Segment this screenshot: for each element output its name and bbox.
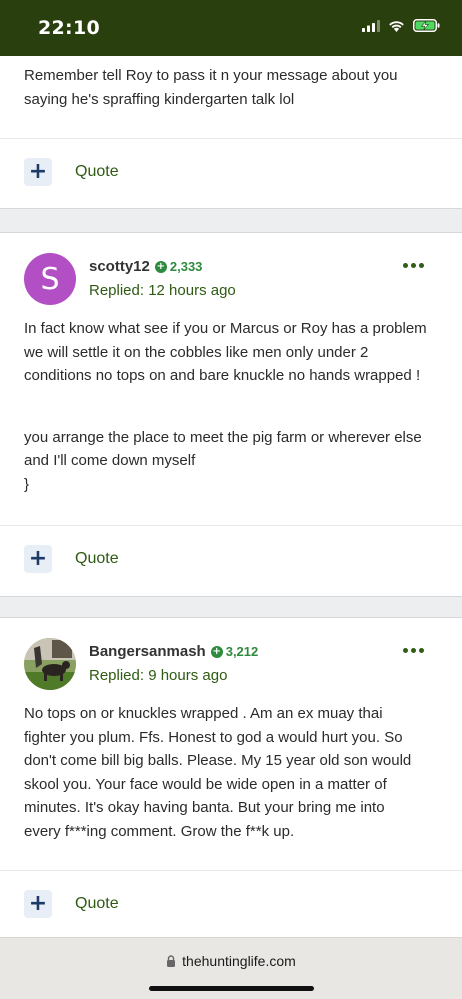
comment-feed[interactable]: Remember tell Roy to pass it n your mess… <box>0 56 462 937</box>
quote-label[interactable]: Quote <box>75 163 119 181</box>
avatar[interactable]: S <box>24 253 76 305</box>
url-text[interactable]: thehuntinglife.com <box>182 953 296 969</box>
comment-body: In fact know what see if you or Marcus o… <box>24 317 432 496</box>
battery-charging-icon <box>413 19 440 32</box>
lock-icon <box>167 955 176 967</box>
status-icons <box>362 19 440 32</box>
author-name[interactable]: Bangersanmash <box>89 643 206 660</box>
comment-card: Bangersanmash + 3,212 Replied: 9 hours a… <box>0 617 462 937</box>
avatar-letter: S <box>40 261 60 297</box>
status-bar: 22:10 <box>0 0 462 56</box>
plus-icon[interactable]: + <box>24 545 52 573</box>
author-name[interactable]: scotty12 <box>89 258 150 275</box>
quote-label[interactable]: Quote <box>75 895 119 913</box>
author-row: Bangersanmash + 3,212 <box>89 643 258 660</box>
reputation-plus-icon: + <box>154 260 167 273</box>
status-time: 22:10 <box>38 17 100 39</box>
address-bar[interactable]: thehuntinglife.com <box>0 953 462 969</box>
comment-body: Remember tell Roy to pass it n your mess… <box>24 64 432 111</box>
avatar-photo <box>24 638 76 690</box>
comment-paragraph: No tops on or knuckles wrapped . Am an e… <box>24 705 412 840</box>
browser-bottom-bar: thehuntinglife.com <box>0 937 462 999</box>
avatar[interactable] <box>24 638 76 690</box>
author-row: scotty12 + 2,333 <box>89 258 202 275</box>
comment-card: Remember tell Roy to pass it n your mess… <box>0 56 462 209</box>
reputation-plus-icon: + <box>210 645 223 658</box>
reputation-badge: + 2,333 <box>154 259 203 274</box>
comment-paragraph: In fact know what see if you or Marcus o… <box>24 320 427 384</box>
quote-button[interactable]: + Quote <box>24 158 119 186</box>
divider <box>0 870 462 871</box>
divider <box>0 138 462 139</box>
plus-icon[interactable]: + <box>24 158 52 186</box>
comment-paragraph: Remember tell Roy to pass it n your mess… <box>24 67 398 108</box>
comment-body: No tops on or knuckles wrapped . Am an e… <box>24 702 422 843</box>
reputation-badge: + 3,212 <box>210 644 259 659</box>
reputation-count: 3,212 <box>225 644 259 659</box>
quote-button[interactable]: + Quote <box>24 890 119 918</box>
wifi-icon <box>389 20 404 32</box>
more-options-icon[interactable] <box>403 263 424 268</box>
divider <box>0 525 462 526</box>
comment-card: S scotty12 + 2,333 Replied: 12 hours ago… <box>0 232 462 597</box>
plus-icon[interactable]: + <box>24 890 52 918</box>
home-indicator[interactable] <box>149 986 314 991</box>
comment-paragraph: you arrange the place to meet the pig fa… <box>24 428 422 470</box>
more-options-icon[interactable] <box>403 648 424 653</box>
quote-label[interactable]: Quote <box>75 550 119 568</box>
quote-button[interactable]: + Quote <box>24 545 119 573</box>
reply-timestamp: Replied: 12 hours ago <box>89 282 236 299</box>
reply-timestamp: Replied: 9 hours ago <box>89 667 228 684</box>
cellular-signal-icon <box>362 19 380 32</box>
reputation-count: 2,333 <box>169 259 203 274</box>
